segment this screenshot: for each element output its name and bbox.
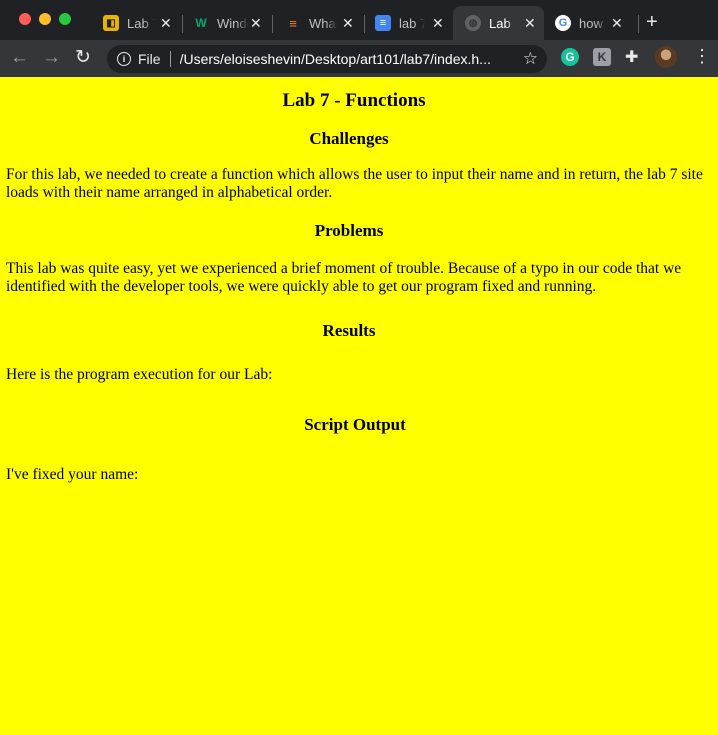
reload-icon[interactable]: ↻	[75, 47, 91, 69]
tab-how[interactable]: G how ✕	[548, 6, 639, 40]
info-icon[interactable]: i	[117, 52, 131, 66]
page-title: Lab 7 - Functions	[282, 90, 426, 111]
docs-icon: ≡	[375, 15, 391, 31]
browser-chrome: ◧ Lab 7 ✕ W Window ✕ ≡ What is ✕ ≡ lab 7…	[0, 0, 718, 77]
close-tab-icon[interactable]: ✕	[160, 15, 172, 31]
google-icon: G	[555, 15, 571, 31]
zoom-window-button[interactable]	[59, 13, 71, 25]
tab-title: Lab 7	[127, 15, 155, 31]
tab-lab7-docs[interactable]: ≡ lab 7 ✕	[368, 6, 452, 40]
tab-title: Lab	[489, 15, 511, 31]
codepen-icon: ◧	[103, 15, 119, 31]
section-heading-script-output: Script Output	[304, 415, 406, 434]
section-text-problems: This lab was quite easy, yet we experien…	[6, 260, 682, 295]
url-text[interactable]: /Users/eloiseshevin/Desktop/art101/lab7/…	[180, 51, 506, 67]
tab-separator	[272, 15, 273, 33]
section-heading-challenges: Challenges	[309, 129, 389, 148]
close-tab-icon[interactable]: ✕	[432, 15, 444, 31]
section-heading-problems: Problems	[314, 221, 384, 240]
minimize-window-button[interactable]	[39, 13, 51, 25]
tab-title: Window	[217, 15, 249, 31]
tab-strip: ◧ Lab 7 ✕ W Window ✕ ≡ What is ✕ ≡ lab 7…	[0, 0, 718, 40]
close-tab-icon[interactable]: ✕	[524, 15, 536, 31]
close-tab-icon[interactable]: ✕	[611, 15, 623, 31]
bookmark-star-icon[interactable]: ☆	[523, 49, 538, 69]
tab-lab-active[interactable]: ◍ Lab ✕	[453, 6, 544, 40]
page-content: Lab 7 - Functions Challenges For this la…	[0, 77, 718, 735]
stackoverflow-icon: ≡	[289, 15, 297, 31]
tab-title: how	[579, 15, 603, 31]
tab-separator	[364, 15, 365, 33]
close-tab-icon[interactable]: ✕	[342, 15, 354, 31]
forward-arrow-icon[interactable]: →	[42, 47, 61, 69]
address-bar[interactable]: i File /Users/eloiseshevin/Desktop/art10…	[107, 45, 547, 73]
kebab-menu-icon[interactable]: ⋮	[693, 47, 711, 65]
section-text-challenges: For this lab, we needed to create a func…	[6, 166, 703, 201]
tab-separator	[182, 15, 183, 33]
grammarly-icon[interactable]: G	[561, 48, 579, 66]
globe-icon: ◍	[465, 15, 481, 31]
scheme-label: File	[138, 51, 161, 67]
back-arrow-icon[interactable]: ←	[10, 47, 29, 69]
tab-lab7-codepen[interactable]: ◧ Lab 7 ✕	[96, 6, 183, 40]
close-tab-icon[interactable]: ✕	[250, 15, 262, 31]
w3-icon: W	[195, 16, 207, 30]
tab-window[interactable]: W Window ✕	[186, 6, 273, 40]
tab-what-is[interactable]: ≡ What is ✕	[278, 6, 365, 40]
avatar[interactable]	[655, 46, 677, 68]
tab-title: lab 7	[399, 15, 425, 31]
close-window-button[interactable]	[19, 13, 31, 25]
new-tab-icon[interactable]: +	[646, 12, 658, 32]
tab-title: What is	[309, 15, 337, 31]
section-text-results: Here is the program execution for our La…	[6, 366, 273, 383]
section-text-script-output: I've fixed your name:	[6, 466, 139, 483]
tab-separator	[638, 15, 639, 33]
section-heading-results: Results	[322, 321, 376, 340]
extensions-puzzle-icon[interactable]: ✚	[625, 47, 643, 66]
address-separator	[169, 51, 171, 67]
extension-k-icon[interactable]: K	[593, 48, 611, 66]
